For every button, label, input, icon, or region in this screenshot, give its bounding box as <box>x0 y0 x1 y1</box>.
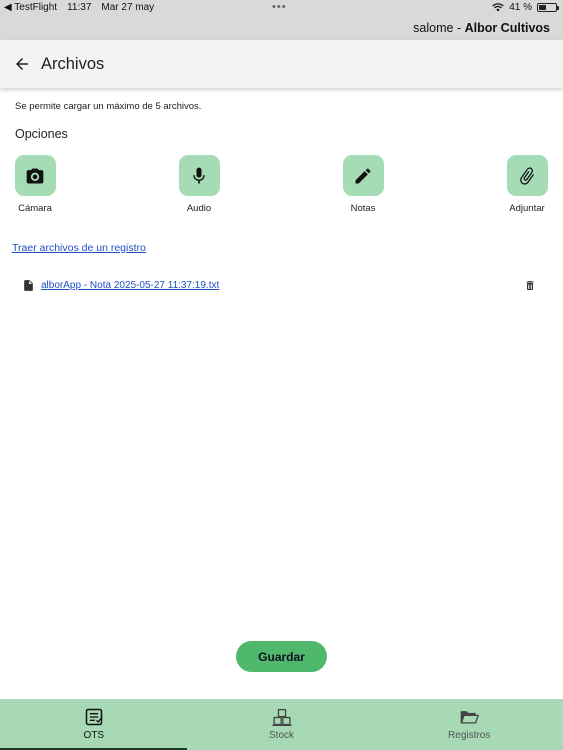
adjuntar-button[interactable] <box>506 155 548 196</box>
app-bar: Archivos <box>0 40 563 88</box>
company-name: Albor Cultivos <box>464 21 550 35</box>
user-company-label: salome - Albor Cultivos <box>413 21 550 35</box>
camera-button[interactable] <box>14 155 56 196</box>
status-time: 11:37 <box>67 2 92 13</box>
microphone-icon <box>193 167 205 183</box>
user-name: salome - <box>413 21 462 35</box>
option-notas: Notas <box>333 155 393 214</box>
adjuntar-label: Adjuntar <box>509 203 545 214</box>
status-bar: ◀ TestFlight 11:37 Mar 27 may ••• 41 % <box>0 0 563 14</box>
file-name-link[interactable]: alborApp - Nota 2025-05-27 11:37:19.txt <box>41 280 219 291</box>
option-audio: Audio <box>169 155 229 214</box>
back-arrow-icon[interactable] <box>13 55 31 73</box>
testflight-back-link[interactable]: ◀ TestFlight <box>4 2 57 13</box>
battery-fill <box>539 5 546 10</box>
nav-item-ots[interactable]: OTS <box>0 699 188 750</box>
notas-label: Notas <box>350 203 376 214</box>
save-button[interactable]: Guardar <box>236 641 327 672</box>
file-list-item: alborApp - Nota 2025-05-27 11:37:19.txt <box>0 277 563 295</box>
notas-button[interactable] <box>342 155 384 196</box>
file-icon <box>24 280 33 291</box>
camera-icon <box>26 168 44 183</box>
camera-label: Cámara <box>18 203 52 214</box>
trash-icon[interactable] <box>524 279 536 292</box>
nav-label-registros: Registros <box>448 730 491 741</box>
audio-button[interactable] <box>178 155 220 196</box>
nav-label-stock: Stock <box>269 730 295 741</box>
battery-icon <box>537 3 559 12</box>
nav-item-stock[interactable]: Stock <box>188 699 376 750</box>
options-heading: Opciones <box>15 127 68 141</box>
document-list-icon <box>85 708 103 726</box>
option-camera: Cámara <box>5 155 65 214</box>
nav-label-ots: OTS <box>83 730 105 741</box>
bottom-navigation: OTS Stock Registros <box>0 699 563 750</box>
folder-open-icon <box>460 711 480 724</box>
file-limit-notice: Se permite cargar un máximo de 5 archivo… <box>15 101 202 112</box>
page-title: Archivos <box>41 55 105 73</box>
wifi-icon <box>492 3 504 12</box>
paperclip-icon <box>520 166 534 185</box>
pencil-icon <box>355 168 371 183</box>
status-date: Mar 27 may <box>101 2 155 13</box>
boxes-icon <box>271 708 292 727</box>
option-adjuntar: Adjuntar <box>497 155 557 214</box>
audio-label: Audio <box>186 203 212 214</box>
traer-archivos-link[interactable]: Traer archivos de un registro <box>12 242 146 254</box>
multitask-dots[interactable]: ••• <box>272 1 287 13</box>
battery-percent: 41 % <box>509 2 532 13</box>
nav-item-registros[interactable]: Registros <box>375 699 563 750</box>
